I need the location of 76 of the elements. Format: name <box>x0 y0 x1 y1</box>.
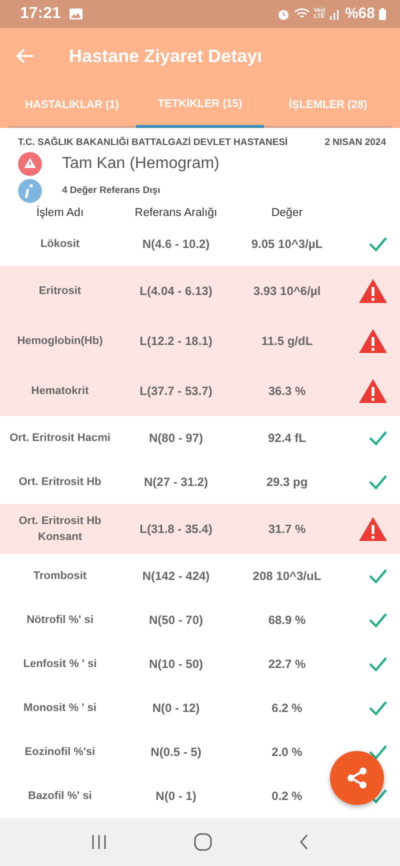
battery-icon <box>379 8 386 20</box>
table-cell-text: L(4.04 - 6.13) <box>138 283 214 300</box>
table-cell-text: 92.4 fL <box>266 430 307 448</box>
table-cell-text: Ort. Eritrosit Hb <box>18 475 102 490</box>
hospital-name: T.C. SAĞLIK BAKANLIĞI BATTALGAZİ DEVLET HASTANESİ <box>18 136 288 150</box>
image-icon <box>68 8 83 20</box>
check-icon <box>368 430 388 446</box>
table-cell-text: Nötrofil %' si <box>26 613 94 628</box>
table-cell-text: 22.7 % <box>267 656 307 674</box>
tab[interactable]: TETKİKLER (15) <box>136 84 264 128</box>
column-header: Referans Aralığı <box>134 206 218 219</box>
check-icon <box>368 236 388 252</box>
table-cell-text: 29.3 pg <box>265 474 309 492</box>
share-button[interactable] <box>330 751 384 805</box>
screen-title: Hastane Ziyaret Detayı <box>69 44 262 68</box>
table-cell-text: 11.5 g/dL <box>260 333 314 350</box>
tab[interactable]: İŞLEMLER (28) <box>264 84 392 128</box>
table-cell-text: N(0.5 - 5) <box>150 744 202 762</box>
table-cell-text: Bazofil %' si <box>27 789 93 804</box>
table-cell-text: L(37.7 - 53.7) <box>138 383 214 400</box>
table-cell-text: Eritrosit <box>38 284 82 299</box>
share-icon <box>346 766 368 790</box>
table-cell-text: N(142 - 424) <box>141 568 211 586</box>
column-header: İşlem Adı <box>36 206 84 219</box>
table-cell-text: 0.2 % <box>270 788 304 806</box>
check-icon <box>368 568 388 584</box>
table-cell-text: 2.0 % <box>270 744 304 762</box>
table-cell-text: 36.3 % <box>267 383 307 400</box>
battery-percent: %68 <box>344 4 375 24</box>
info-icon <box>18 179 42 204</box>
table-cell-text: N(4.6 - 10.2) <box>141 236 211 254</box>
check-icon <box>368 744 388 760</box>
recent-apps-icon[interactable] <box>91 834 108 850</box>
home-icon[interactable] <box>194 833 212 851</box>
test-title: Tam Kan (Hemogram) <box>62 154 220 174</box>
table-cell-text: Lökosit <box>39 237 81 252</box>
table-cell-text: L(12.2 - 18.1) <box>138 333 214 350</box>
clock: 17:21 <box>20 4 61 24</box>
table-cell-text: Hemoglobin(Hb) <box>16 334 104 349</box>
report-date: 2 NISAN 2024 <box>324 136 386 150</box>
warning-icon <box>358 516 388 542</box>
table-cell-text: Ort. Eritrosit Hb Konsant <box>18 514 102 546</box>
warning-icon <box>358 328 388 354</box>
wifi-icon <box>294 8 310 20</box>
signal-icon <box>328 8 341 20</box>
table-cell-text: Hematokrit <box>30 384 90 399</box>
table-cell-text: Lenfosit % ' si <box>22 657 98 672</box>
table-cell-text: Ort. Eritrosit Hacmi <box>8 431 112 446</box>
warning-icon <box>358 278 388 304</box>
table-cell-text: N(27 - 31.2) <box>142 474 210 492</box>
table-cell-text: Trombosit <box>32 569 88 584</box>
check-icon <box>368 474 388 490</box>
table-cell-text: 31.7 % <box>267 521 307 538</box>
table-cell-text: N(50 - 70) <box>148 612 204 630</box>
check-icon <box>368 656 388 672</box>
table-cell-text: Eozinofil %'si <box>24 745 96 760</box>
summary-text: 4 Değer Referans Dışı <box>62 184 160 198</box>
back-icon[interactable] <box>298 834 309 850</box>
table-cell-text: 3.93 10^6/µl <box>252 283 322 300</box>
column-header: Değer <box>271 206 303 219</box>
table-cell-text: 9.05 10^3/µL <box>250 236 324 254</box>
warning-icon <box>358 378 388 404</box>
table-cell-text: L(31.8 - 35.4) <box>138 521 214 538</box>
check-icon <box>368 612 388 628</box>
table-cell-text: N(10 - 50) <box>148 656 204 674</box>
alarm-icon <box>276 8 290 20</box>
tab[interactable]: HASTALIKLAR (1) <box>8 84 136 128</box>
warning-icon <box>18 152 42 176</box>
table-cell-text: N(0 - 12) <box>151 700 201 718</box>
table-cell-text: Monosit % ' si <box>22 701 98 716</box>
table-cell-text: 208 10^3/uL <box>252 568 322 586</box>
table-cell-text: 68.9 % <box>267 612 307 630</box>
table-cell-text: 6.2 % <box>270 700 304 718</box>
table-cell-text: N(0 - 1) <box>154 788 198 806</box>
check-icon <box>368 700 388 716</box>
table-cell-text: N(80 - 97) <box>148 430 204 448</box>
